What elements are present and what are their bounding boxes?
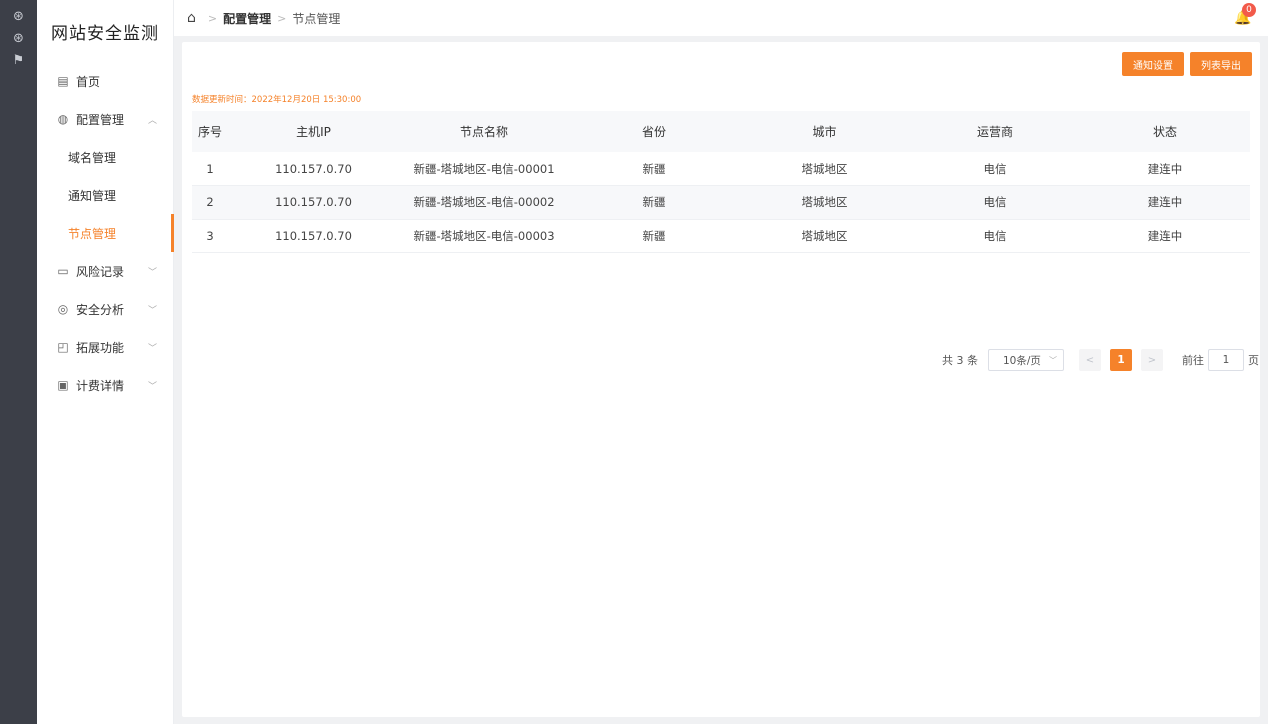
column-header: 运营商 (910, 111, 1080, 152)
sidebar-item-label: 安全分析 (76, 302, 125, 317)
table-cell: 新疆 (569, 152, 739, 186)
page-size-value: 10条/页 (1003, 354, 1041, 367)
page-size-select[interactable]: 10条/页 ﹀ (988, 349, 1064, 371)
sidebar-item-security[interactable]: ◎ 安全分析 ﹀ (37, 290, 173, 328)
column-header: 主机IP (228, 111, 399, 152)
sidebar-item-risk[interactable]: ▭ 风险记录 ﹀ (37, 252, 173, 290)
notification-badge: 0 (1242, 3, 1256, 17)
table-cell: 新疆-塔城地区-电信-00003 (399, 219, 569, 253)
sidebar-item-label: 配置管理 (76, 112, 125, 127)
sidebar-item-config[interactable]: ◍ 配置管理 ︿ (37, 100, 173, 138)
table-cell: 电信 (910, 219, 1080, 253)
table-cell: 110.157.0.70 (228, 152, 399, 186)
chevron-down-icon: ﹀ (147, 306, 157, 316)
shield-icon: ◎ (57, 302, 69, 316)
top-header: ⌂ > 配置管理 > 节点管理 🔔 0 (174, 0, 1268, 36)
table-row[interactable]: 1 110.157.0.70 新疆-塔城地区-电信-00001 新疆 塔城地区 … (192, 152, 1250, 186)
column-header: 城市 (739, 111, 910, 152)
update-time: 数据更新时间：2022年12月20日 15:30:00 (192, 95, 362, 105)
page-number-button[interactable]: 1 (1110, 349, 1132, 371)
sidebar-item-label: 拓展功能 (76, 340, 125, 355)
sidebar-item-extend[interactable]: ◰ 拓展功能 ﹀ (37, 328, 173, 366)
sidebar-item-billing[interactable]: ▣ 计费详情 ﹀ (37, 366, 173, 404)
table-cell: 2 (192, 185, 228, 220)
next-page-button[interactable]: > (1141, 349, 1163, 371)
export-list-button[interactable]: 列表导出 (1190, 52, 1252, 76)
table-cell: 新疆-塔城地区-电信-00001 (399, 152, 569, 186)
table-header-row: 序号 主机IP 节点名称 省份 城市 运营商 状态 (192, 111, 1250, 152)
table-cell: 建连中 (1080, 152, 1250, 186)
monitor-alert-icon: ▭ (57, 264, 69, 278)
chevron-down-icon: ﹀ (147, 382, 157, 392)
breadcrumb-separator: > (277, 11, 287, 25)
column-header: 省份 (569, 111, 739, 152)
sidebar-item-label: 域名管理 (68, 150, 117, 165)
sidebar-item-home[interactable]: ▤ 首页 (37, 62, 173, 100)
column-header: 序号 (192, 111, 228, 152)
page-unit-label: 页 (1248, 354, 1259, 367)
extend-icon: ◰ (57, 340, 69, 354)
table-cell: 塔城地区 (739, 219, 910, 253)
table-cell: 110.157.0.70 (228, 185, 399, 220)
node-table: 序号 主机IP 节点名称 省份 城市 运营商 状态 1 110.157.0.70… (192, 111, 1250, 253)
sidebar-item-label: 通知管理 (68, 188, 117, 203)
sidebar-item-notify[interactable]: 通知管理 (37, 176, 173, 214)
column-header: 状态 (1080, 111, 1250, 152)
table-cell: 建连中 (1080, 219, 1250, 253)
home-screen-icon: ▤ (57, 74, 69, 88)
billing-icon: ▣ (57, 378, 69, 392)
table-cell: 新疆-塔城地区-电信-00002 (399, 185, 569, 220)
breadcrumb-current: 节点管理 (292, 11, 341, 26)
table-cell: 1 (192, 152, 228, 186)
chevron-down-icon: ﹀ (1049, 356, 1057, 365)
prev-page-button[interactable]: < (1079, 349, 1101, 371)
table-cell: 电信 (910, 152, 1080, 186)
chevron-down-icon: ﹀ (147, 344, 157, 354)
table-cell: 建连中 (1080, 185, 1250, 220)
target-icon[interactable]: ⊛ (0, 27, 37, 49)
app-title: 网站安全监测 (51, 23, 159, 44)
table-cell: 新疆 (569, 185, 739, 220)
chevron-down-icon: ﹀ (147, 268, 157, 278)
table-cell: 塔城地区 (739, 152, 910, 186)
chevron-up-icon: ︿ (147, 116, 157, 126)
flag-icon[interactable]: ⚑ (0, 49, 37, 71)
table-row[interactable]: 2 110.157.0.70 新疆-塔城地区-电信-00002 新疆 塔城地区 … (192, 185, 1250, 220)
table-cell: 3 (192, 219, 228, 253)
table-cell: 电信 (910, 185, 1080, 220)
target-icon[interactable]: ⊛ (0, 5, 37, 27)
notify-settings-button[interactable]: 通知设置 (1122, 52, 1184, 76)
sidebar-item-label: 风险记录 (76, 264, 125, 279)
goto-page-input[interactable] (1208, 349, 1244, 371)
breadcrumb-parent[interactable]: 配置管理 (223, 10, 271, 27)
table-cell: 110.157.0.70 (228, 219, 399, 253)
table-cell: 塔城地区 (739, 185, 910, 220)
sidebar-item-node[interactable]: 节点管理 (37, 214, 174, 252)
left-rail: ⊛ ⊛ ⚑ (0, 0, 37, 724)
breadcrumb-separator: > (207, 11, 218, 25)
home-icon[interactable]: ⌂ (187, 10, 196, 26)
globe-icon: ◍ (57, 112, 69, 126)
pagination: 共 3 条 10条/页 ﹀ < 1 > 前往 页 (942, 349, 1259, 371)
main-panel: 通知设置 列表导出 数据更新时间：2022年12月20日 15:30:00 序号… (182, 42, 1260, 717)
pagination-total: 共 3 条 (942, 354, 978, 367)
sidebar-item-label: 计费详情 (76, 378, 125, 393)
table-row[interactable]: 3 110.157.0.70 新疆-塔城地区-电信-00003 新疆 塔城地区 … (192, 219, 1250, 253)
sidebar-item-label: 首页 (76, 74, 101, 89)
goto-label: 前往 (1182, 354, 1204, 367)
sidebar-item-domain[interactable]: 域名管理 (37, 138, 173, 176)
column-header: 节点名称 (399, 111, 569, 152)
sidebar: 网站安全监测 ▤ 首页 ◍ 配置管理 ︿ 域名管理 通知管理 节点管理 ▭ 风险… (37, 0, 174, 724)
sidebar-item-label: 节点管理 (68, 226, 117, 241)
table-cell: 新疆 (569, 219, 739, 253)
